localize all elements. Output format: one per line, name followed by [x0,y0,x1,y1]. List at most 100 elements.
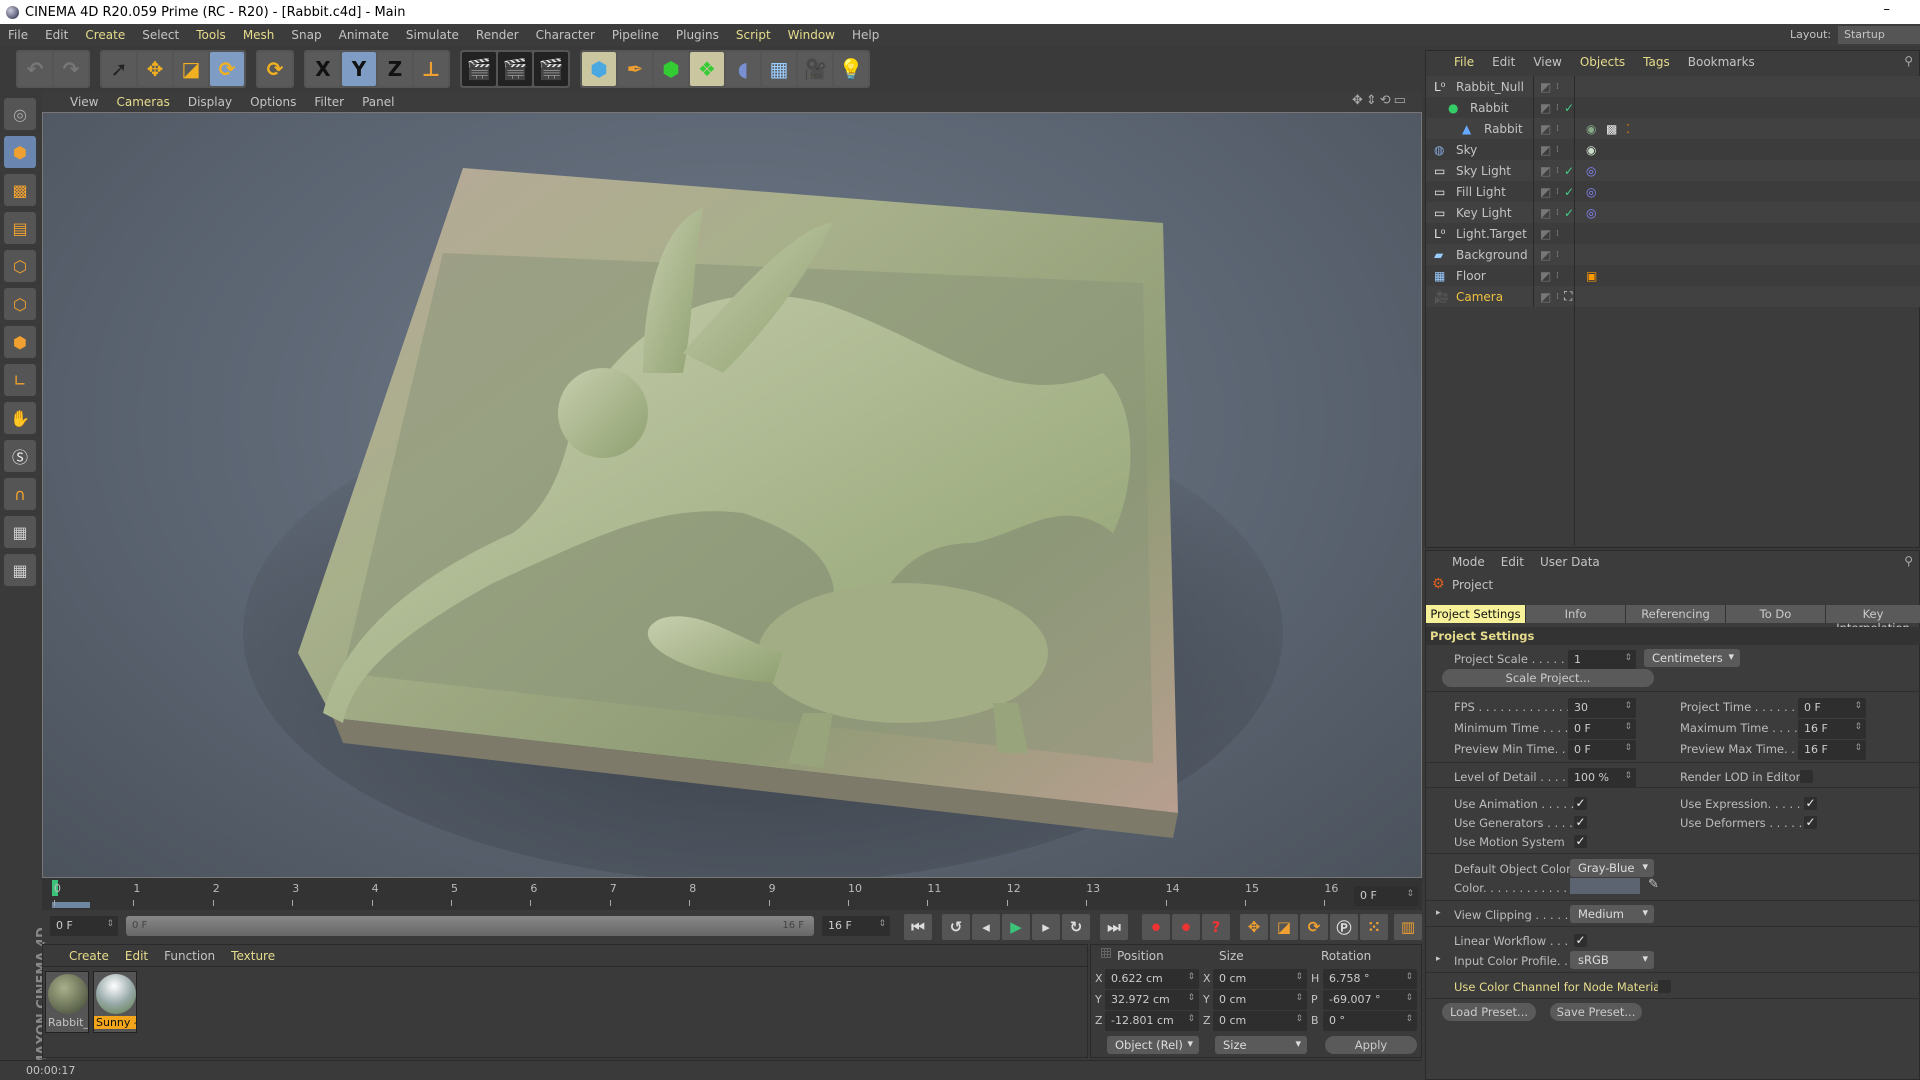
key-position-icon[interactable]: ✥ [1240,914,1268,940]
search-icon[interactable]: ⚲ [1904,54,1913,68]
position-x-field[interactable]: 0.622 cm [1105,969,1199,989]
apply-button[interactable]: Apply [1325,1036,1417,1054]
size-x-field[interactable]: 0 cm [1213,969,1307,989]
texture-mode-icon[interactable]: ▩ [4,174,36,206]
tab-to-do[interactable]: To Do [1726,605,1826,623]
model-mode-icon[interactable]: ⬢ [4,136,36,168]
play-icon[interactable]: ▶ [1002,914,1030,940]
floor-icon[interactable]: ▦ [762,52,796,86]
viewport-menu-filter[interactable]: Filter [314,95,344,109]
minimum-time-field[interactable]: 0 F [1568,719,1636,739]
layer-icon[interactable]: ◩ [1540,143,1551,157]
enabled-check-icon[interactable]: ✓ [1564,164,1574,178]
object-row[interactable]: ◍ Sky ◩ ⁞ ◉ [1426,139,1920,160]
layer-icon[interactable]: ◩ [1540,185,1551,199]
cloner-icon[interactable]: ❖ [690,52,724,86]
objects-menu-edit[interactable]: Edit [1492,55,1515,69]
next-key-icon[interactable]: ↻ [1062,914,1090,940]
default-object-color-select[interactable]: Gray-Blue [1570,859,1654,877]
object-row[interactable]: ▦ Floor ◩ ⁞ ▣ [1426,265,1920,286]
layer-icon[interactable]: ◩ [1540,164,1551,178]
visibility-dots-icon[interactable]: ⁞ [1556,166,1559,176]
menu-tools[interactable]: Tools [196,28,226,42]
key-scale-icon[interactable]: ◪ [1270,914,1298,940]
object-row[interactable]: ▭ Key Light ◩ ⁞ ✓ ◎ [1426,202,1920,223]
menu-select[interactable]: Select [142,28,179,42]
material-sunny[interactable]: Sunny - [93,971,137,1033]
save-preset-button[interactable]: Save Preset... [1550,1003,1642,1021]
level-of-detail-field[interactable]: 100 % [1568,768,1636,788]
menu-file[interactable]: File [8,28,28,42]
x-axis-toggle[interactable]: X [306,52,340,86]
scale-tool-icon[interactable]: ◪ [174,52,208,86]
current-frame-field[interactable]: 0 F [50,916,118,936]
render-lod-checkbox[interactable] [1800,770,1813,783]
rotation-b-field[interactable]: 0 ° [1323,1011,1417,1031]
timeline-window-icon[interactable]: ▥ [1394,914,1422,940]
eyedropper-icon[interactable]: ✎ [1648,877,1659,892]
expand-arrow-icon[interactable]: ▸ [1436,908,1441,918]
object-row[interactable]: ▭ Sky Light ◩ ⁞ ✓ ◎ [1426,160,1920,181]
recent-tool-icon[interactable]: ⟳ [258,52,292,86]
objects-menu-file[interactable]: File [1454,55,1474,69]
workplane-grid-icon[interactable]: ▦ [4,516,36,548]
layer-icon[interactable]: ◩ [1540,122,1551,136]
viewport-menu-options[interactable]: Options [250,95,296,109]
render-tag-icon[interactable]: ▣ [1586,269,1597,283]
fps-field[interactable]: 30 [1568,698,1636,718]
render-view-icon[interactable]: 🎬 [462,52,496,86]
render-picture-viewer-icon[interactable]: 🎬 [498,52,532,86]
menu-pipeline[interactable]: Pipeline [612,28,659,42]
object-row[interactable]: ▭ Fill Light ◩ ⁞ ✓ ◎ [1426,181,1920,202]
menu-render[interactable]: Render [476,28,519,42]
layer-icon[interactable]: ◩ [1540,80,1551,94]
axis-mode-icon[interactable]: ∟ [4,364,36,396]
menu-script[interactable]: Script [736,28,771,42]
object-row[interactable]: L⁰ Rabbit_Null ◩ ⁞ [1426,76,1920,97]
record-keys-icon[interactable]: ⏺ [1142,914,1170,940]
target-tag-icon[interactable]: ◎ [1586,185,1596,199]
use-generators-checkbox[interactable]: ✓ [1574,816,1587,829]
viewport-nav-icons[interactable]: ✥⇕⟲▭ [1352,93,1409,108]
y-axis-toggle[interactable]: Y [342,52,376,86]
objects-menu-view[interactable]: View [1533,55,1561,69]
color-swatch[interactable] [1570,878,1640,894]
material-menu-edit[interactable]: Edit [125,949,148,963]
make-editable-icon[interactable]: ◎ [4,98,36,130]
tab-referencing[interactable]: Referencing [1626,605,1726,623]
objects-menu-tags[interactable]: Tags [1643,55,1670,69]
deformer-icon[interactable]: ◖ [726,52,760,86]
tab-info[interactable]: Info [1526,605,1626,623]
key-parameter-icon[interactable]: Ⓟ [1330,914,1358,940]
layer-icon[interactable]: ◩ [1540,248,1551,262]
view-clipping-select[interactable]: Medium [1570,905,1654,923]
maximum-time-field[interactable]: 16 F [1798,719,1866,739]
material-menu-create[interactable]: Create [69,949,109,963]
tweak-mode-icon[interactable]: ✋ [4,402,36,434]
object-row[interactable]: L⁰ Light.Target ◩ ⁞ [1426,223,1920,244]
pen-spline-icon[interactable]: ✒ [618,52,652,86]
frame-display-field[interactable]: 0 F [1354,886,1418,906]
go-to-end-icon[interactable]: ⏭ [1100,914,1128,940]
menu-plugins[interactable]: Plugins [676,28,719,42]
object-row[interactable]: ● Rabbit ◩ ⁞ ✓ [1426,97,1920,118]
menu-edit[interactable]: Edit [45,28,68,42]
coordinate-mode-select[interactable]: Object (Rel) [1107,1036,1199,1054]
key-pla-icon[interactable]: ⁙ [1360,914,1388,940]
use-deformers-checkbox[interactable]: ✓ [1804,816,1817,829]
object-row[interactable]: ▲ Rabbit ◩ ⁞ ◉ ▩ ⁚ [1426,118,1920,139]
layout-select[interactable]: Startup [1838,26,1920,44]
attribute-menu-mode[interactable]: Mode [1452,555,1485,569]
preview-min-time-field[interactable]: 0 F [1568,740,1636,760]
scale-project-button[interactable]: Scale Project... [1442,669,1654,687]
points-mode-icon[interactable]: ⬡ [4,250,36,282]
search-icon[interactable]: ⚲ [1904,554,1913,568]
rotation-p-field[interactable]: -69.007 ° [1323,990,1417,1010]
attribute-menu-edit[interactable]: Edit [1501,555,1524,569]
menu-window[interactable]: Window [788,28,835,42]
menu-mesh[interactable]: Mesh [243,28,275,42]
load-preset-button[interactable]: Load Preset... [1442,1003,1536,1021]
viewport-menu-display[interactable]: Display [188,95,232,109]
previous-frame-icon[interactable]: ◂ [972,914,1000,940]
viewport-menu-view[interactable]: View [70,95,98,109]
